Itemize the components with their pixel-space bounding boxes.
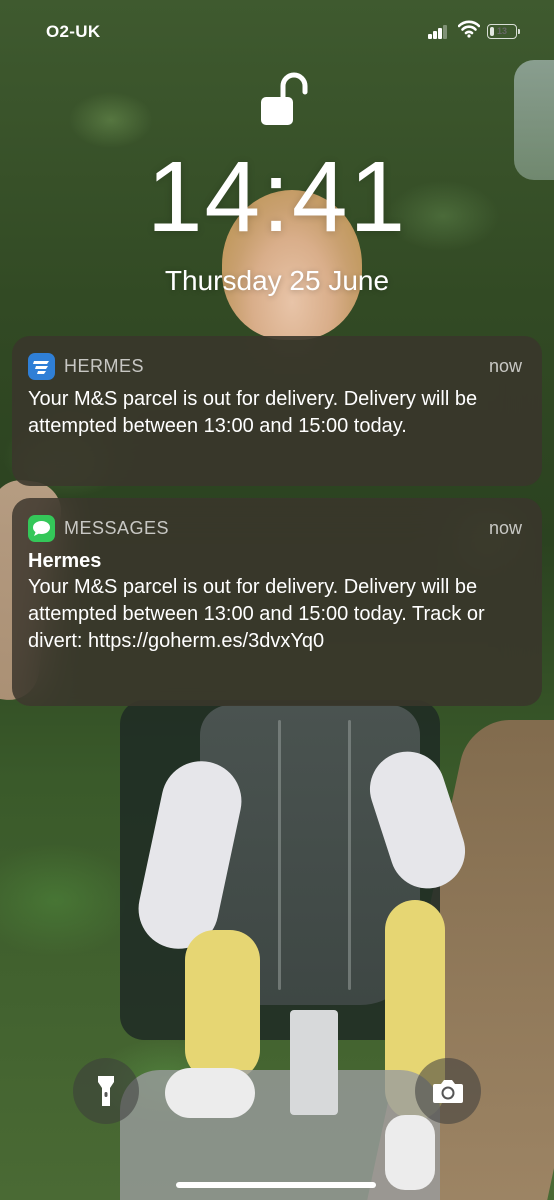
notification-app-name: HERMES [64, 356, 145, 376]
notification-time: now [488, 356, 522, 376]
flashlight-icon [98, 1076, 114, 1106]
lock-screen-date: Thursday 25 June [164, 265, 390, 296]
notification-body: Your M&S parcel is out for delivery. Del… [28, 576, 485, 652]
notification-app-name: MESSAGES [64, 518, 170, 538]
unlocked-padlock-icon [259, 70, 311, 128]
lock-screen-time: 14:41 [146, 141, 408, 253]
hermes-app-icon [28, 353, 55, 380]
notification-body: Your M&S parcel is out for delivery. Del… [28, 388, 478, 437]
carrier-name: O2-UK [46, 22, 101, 41]
status-bar: O2-UK 13 [0, 0, 554, 62]
signal-bars-icon [428, 25, 448, 39]
notification-hermes[interactable]: HERMES now Your M&S parcel is out for de… [12, 336, 542, 486]
battery-icon: 13 [487, 24, 520, 39]
home-indicator[interactable] [176, 1182, 376, 1188]
camera-icon [433, 1080, 463, 1103]
notification-time: now [488, 518, 522, 538]
camera-button[interactable] [415, 1058, 481, 1124]
notification-title: Hermes [28, 550, 102, 572]
flashlight-button[interactable] [73, 1058, 139, 1124]
messages-app-icon [28, 515, 55, 542]
wifi-icon [457, 20, 481, 38]
battery-level: 13 [496, 26, 507, 36]
notification-messages[interactable]: MESSAGES now Hermes Your M&S parcel is o… [12, 498, 542, 706]
